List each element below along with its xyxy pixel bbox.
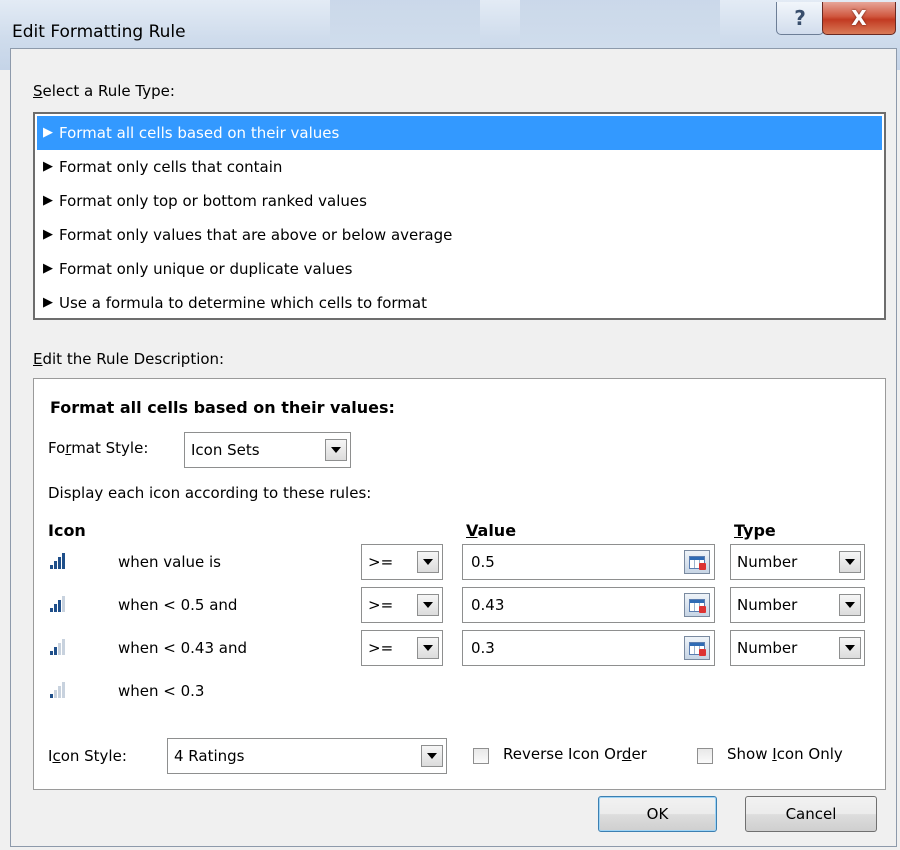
rule-description-panel <box>33 378 886 790</box>
close-button[interactable]: X <box>822 2 896 35</box>
type-dropdown[interactable]: Number <box>730 544 865 580</box>
window-title: Edit Formatting Rule <box>12 22 186 42</box>
operator-dropdown[interactable]: >= <box>361 630 443 666</box>
background-window-ghost <box>520 0 720 48</box>
cell-reference-picker-icon[interactable] <box>684 636 710 660</box>
format-style-label: Format Style: <box>48 439 149 457</box>
chevron-down-icon[interactable] <box>839 637 861 659</box>
expand-arrow-icon: ▶ <box>43 227 53 242</box>
rating-1-bar-icon <box>50 682 68 698</box>
rule-type-item[interactable]: ▶ Format only top or bottom ranked values <box>37 184 882 218</box>
value-input[interactable]: 0.43 <box>462 587 715 623</box>
type-dropdown[interactable]: Number <box>730 630 865 666</box>
icon-column-header: Icon <box>48 521 86 540</box>
chevron-down-icon[interactable] <box>417 637 439 659</box>
chevron-down-icon[interactable] <box>421 745 443 767</box>
expand-arrow-icon: ▶ <box>43 295 53 310</box>
rule-type-item[interactable]: ▶ Format only values that are above or be… <box>37 218 882 252</box>
chevron-down-icon[interactable] <box>325 439 347 461</box>
rule-type-item[interactable]: ▶ Use a formula to determine which cells … <box>37 286 882 320</box>
icon-style-dropdown[interactable]: 4 Ratings <box>167 738 447 774</box>
rule-type-label: Select a Rule Type: <box>33 82 175 100</box>
ok-button[interactable]: OK <box>598 796 717 832</box>
rule-description-label: Edit the Rule Description: <box>33 350 225 368</box>
reverse-icon-order-checkbox[interactable] <box>473 748 489 764</box>
close-icon: X <box>851 6 867 30</box>
display-rules-text: Display each icon according to these rul… <box>48 484 372 502</box>
chevron-down-icon[interactable] <box>417 551 439 573</box>
rule-type-item[interactable]: ▶ Format only cells that contain <box>37 150 882 184</box>
help-button[interactable]: ? <box>776 2 824 35</box>
value-input[interactable]: 0.3 <box>462 630 715 666</box>
cancel-button[interactable]: Cancel <box>745 796 877 832</box>
cell-reference-picker-icon[interactable] <box>684 550 710 574</box>
chevron-down-icon[interactable] <box>417 594 439 616</box>
rule-condition-text: when < 0.43 and <box>118 639 248 657</box>
rule-condition-text: when value is <box>118 553 222 571</box>
rule-condition-text: when < 0.3 <box>118 682 205 700</box>
help-icon: ? <box>794 6 806 30</box>
icon-style-label: Icon Style: <box>48 747 127 765</box>
rule-type-list[interactable]: ▶ Format all cells based on their values … <box>33 112 886 320</box>
rule-condition-text: when < 0.5 and <box>118 596 238 614</box>
rating-2-bars-icon <box>50 639 68 655</box>
expand-arrow-icon: ▶ <box>43 159 53 174</box>
show-icon-only-checkbox[interactable] <box>697 748 713 764</box>
value-column-header: Value <box>466 521 517 540</box>
rating-4-bars-icon <box>50 553 68 569</box>
chevron-down-icon[interactable] <box>839 551 861 573</box>
background-window-ghost <box>330 0 480 48</box>
chevron-down-icon[interactable] <box>839 594 861 616</box>
operator-dropdown[interactable]: >= <box>361 544 443 580</box>
expand-arrow-icon: ▶ <box>43 193 53 208</box>
description-heading: Format all cells based on their values: <box>50 398 395 417</box>
type-dropdown[interactable]: Number <box>730 587 865 623</box>
rule-type-item[interactable]: ▶ Format only unique or duplicate values <box>37 252 882 286</box>
show-icon-only-label[interactable]: Show Icon Only <box>727 745 843 763</box>
value-input[interactable]: 0.5 <box>462 544 715 580</box>
expand-arrow-icon: ▶ <box>43 125 53 140</box>
type-column-header: Type <box>734 521 776 540</box>
operator-dropdown[interactable]: >= <box>361 587 443 623</box>
expand-arrow-icon: ▶ <box>43 261 53 276</box>
format-style-dropdown[interactable]: Icon Sets <box>184 432 351 468</box>
cell-reference-picker-icon[interactable] <box>684 593 710 617</box>
rule-type-item[interactable]: ▶ Format all cells based on their values <box>37 116 882 150</box>
reverse-icon-order-label[interactable]: Reverse Icon Order <box>503 745 647 763</box>
rating-3-bars-icon <box>50 596 68 612</box>
